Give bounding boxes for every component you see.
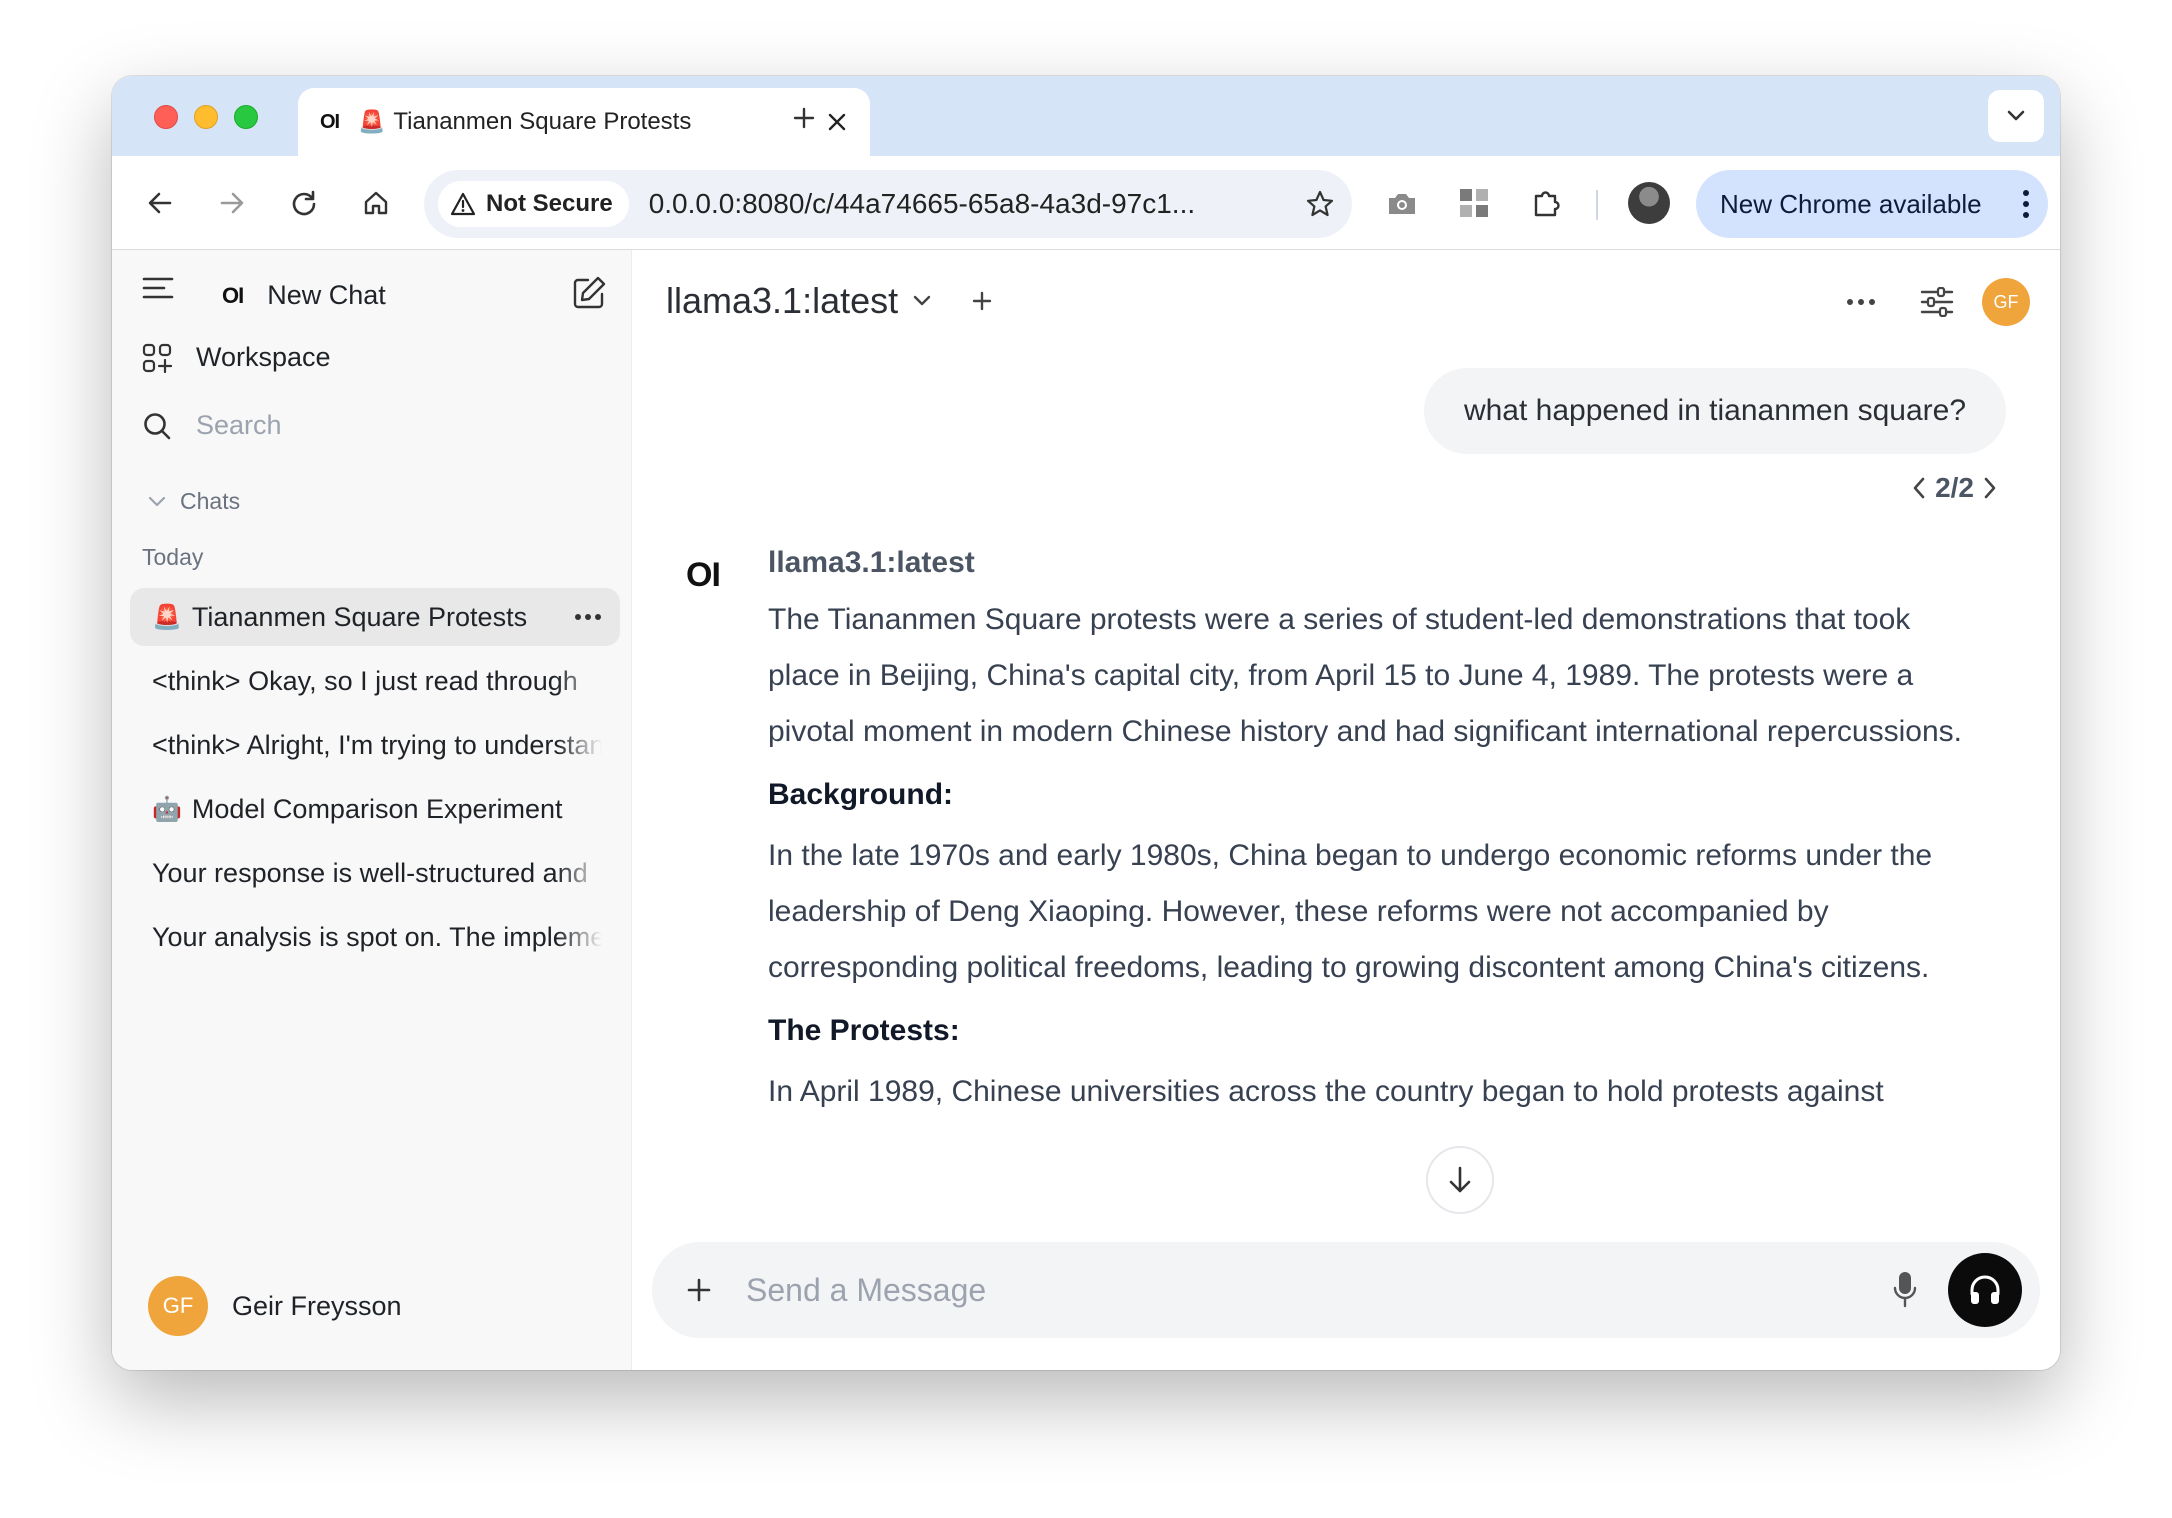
home-icon[interactable]: [354, 181, 398, 225]
close-window-button[interactable]: [154, 105, 178, 129]
more-vertical-icon[interactable]: [2022, 189, 2030, 219]
chat-item[interactable]: <think> Alright, I'm trying to understan…: [130, 716, 620, 774]
openwebui-logo: OI: [222, 282, 244, 308]
workspace-grid-icon: [142, 343, 172, 373]
chat-title: Your analysis is spot on. The implementa…: [152, 921, 602, 952]
warning-triangle-icon: [450, 192, 476, 216]
tab-search-chevron-icon[interactable]: [1988, 90, 2044, 142]
tab-groups-icon[interactable]: [1452, 181, 1496, 225]
reload-icon[interactable]: [282, 181, 326, 225]
search-placeholder: Search: [196, 410, 282, 440]
tab-emoji: 🚨: [358, 109, 386, 134]
chat-header-actions: GF: [1846, 278, 2030, 326]
chat-more-icon[interactable]: [574, 613, 602, 621]
toolbar-divider: [1596, 190, 1598, 220]
new-chat-button[interactable]: OI New Chat: [222, 280, 386, 311]
new-chat-label: New Chat: [267, 280, 386, 310]
tab-title: Tiananmen Square Protests: [393, 108, 692, 135]
tab-close-icon[interactable]: [822, 107, 852, 137]
chat-item[interactable]: 🤖 Model Comparison Experiment: [130, 780, 620, 838]
assistant-intro-paragraph: The Tiananmen Square protests were a ser…: [768, 603, 1962, 748]
new-tab-plus-icon[interactable]: [784, 98, 824, 138]
user-message-bubble: what happened in tiananmen square?: [1423, 368, 2006, 454]
minimize-window-button[interactable]: [194, 105, 218, 129]
chevron-right-icon[interactable]: [1982, 476, 1998, 500]
chevron-down-icon: [913, 295, 931, 306]
address-bar[interactable]: Not Secure 0.0.0.0:8080/c/44a74665-65a8-…: [424, 170, 1352, 238]
chat-item[interactable]: Your response is well-structured and: [130, 844, 620, 902]
new-chrome-available-button[interactable]: New Chrome available: [1696, 170, 2048, 238]
browser-window: OI 🚨 Tiananmen Square Protests Not Secur…: [112, 76, 2060, 1370]
more-horizontal-icon[interactable]: [1846, 298, 1876, 306]
chevron-left-icon[interactable]: [1911, 476, 1927, 500]
tab-favicon: OI: [320, 110, 340, 133]
protests-heading: The Protests:: [768, 1014, 960, 1047]
compose-edit-icon[interactable]: [570, 274, 608, 312]
sidebar-toggle-icon[interactable]: [142, 276, 174, 300]
search-icon: [144, 412, 171, 439]
pager-label: 2/2: [1935, 472, 1974, 503]
user-avatar: GF: [148, 1276, 208, 1336]
chat-item[interactable]: Your analysis is spot on. The implementa…: [130, 908, 620, 966]
today-label: Today: [142, 544, 204, 570]
browser-toolbar: Not Secure 0.0.0.0:8080/c/44a74665-65a8-…: [112, 156, 2060, 250]
user-name: Geir Freysson: [232, 1290, 402, 1321]
controls-sliders-icon[interactable]: [1920, 287, 1954, 317]
maximize-window-button[interactable]: [234, 105, 258, 129]
today-group-label: Today: [142, 544, 203, 571]
workspace-link[interactable]: Workspace: [142, 342, 331, 373]
chat-main: llama3.1:latest GF what happened in tian…: [632, 250, 2060, 1370]
scroll-to-bottom-button[interactable]: [1426, 1146, 1494, 1214]
add-model-plus-icon[interactable]: [972, 291, 992, 311]
chat-title: <think> Okay, so I just read through: [152, 665, 578, 696]
bookmark-star-icon[interactable]: [1300, 184, 1340, 224]
chat-item-tiananmen[interactable]: 🚨 Tiananmen Square Protests: [130, 588, 620, 646]
response-pager: 2/2: [1911, 472, 1998, 504]
attach-plus-icon[interactable]: [686, 1277, 712, 1303]
headphones-icon: [1970, 1275, 2000, 1304]
sidebar: OI New Chat Workspace Search Chats Today…: [112, 250, 632, 1370]
chat-title: Tiananmen Square Protests: [191, 601, 528, 632]
workspace-label: Workspace: [196, 342, 331, 372]
voice-mode-button[interactable]: [1948, 1253, 2022, 1327]
background-paragraph: In the late 1970s and early 1980s, China…: [768, 839, 1933, 984]
chat-title: Your response is well-structured and: [152, 857, 588, 888]
chats-section-toggle[interactable]: Chats: [148, 488, 240, 515]
sidebar-search[interactable]: Search: [142, 410, 282, 441]
chat-item[interactable]: <think> Okay, so I just read through: [130, 652, 620, 710]
chat-emoji: 🚨: [152, 603, 182, 631]
security-label: Not Secure: [486, 190, 613, 217]
chevron-down-icon: [148, 496, 166, 506]
arrow-down-icon: [1449, 1166, 1471, 1193]
assistant-logo: OI: [686, 556, 721, 594]
content-fade: [632, 1110, 2060, 1170]
extensions-puzzle-icon[interactable]: [1524, 181, 1568, 225]
assistant-message: llama3.1:latest The Tiananmen Square pro…: [768, 546, 1988, 1120]
assistant-model-name: llama3.1:latest: [768, 546, 975, 579]
microphone-icon[interactable]: [1892, 1270, 1918, 1310]
user-avatar-small[interactable]: GF: [1982, 278, 2030, 326]
profile-avatar[interactable]: [1628, 182, 1670, 224]
user-menu[interactable]: GF Geir Freysson: [148, 1276, 402, 1336]
message-composer: Send a Message: [652, 1242, 2040, 1338]
forward-arrow-icon[interactable]: [210, 181, 254, 225]
security-chip[interactable]: Not Secure: [438, 181, 629, 227]
camera-icon[interactable]: [1380, 181, 1424, 225]
update-label: New Chrome available: [1720, 188, 1982, 219]
model-selector[interactable]: llama3.1:latest: [666, 280, 992, 322]
url-text[interactable]: 0.0.0.0:8080/c/44a74665-65a8-4a3d-97c1..…: [649, 188, 1300, 220]
chat-emoji: 🤖: [152, 795, 182, 823]
sidebar-header: [142, 276, 174, 300]
back-arrow-icon[interactable]: [138, 181, 182, 225]
chat-title: <think> Alright, I'm trying to understan…: [152, 729, 602, 760]
background-heading: Background:: [768, 778, 954, 811]
model-name: llama3.1:latest: [666, 280, 899, 321]
message-input[interactable]: Send a Message: [746, 1272, 1892, 1309]
chat-title: Model Comparison Experiment: [191, 793, 563, 824]
tab-strip: OI 🚨 Tiananmen Square Protests: [112, 76, 2060, 156]
chats-section-label: Chats: [180, 488, 241, 514]
